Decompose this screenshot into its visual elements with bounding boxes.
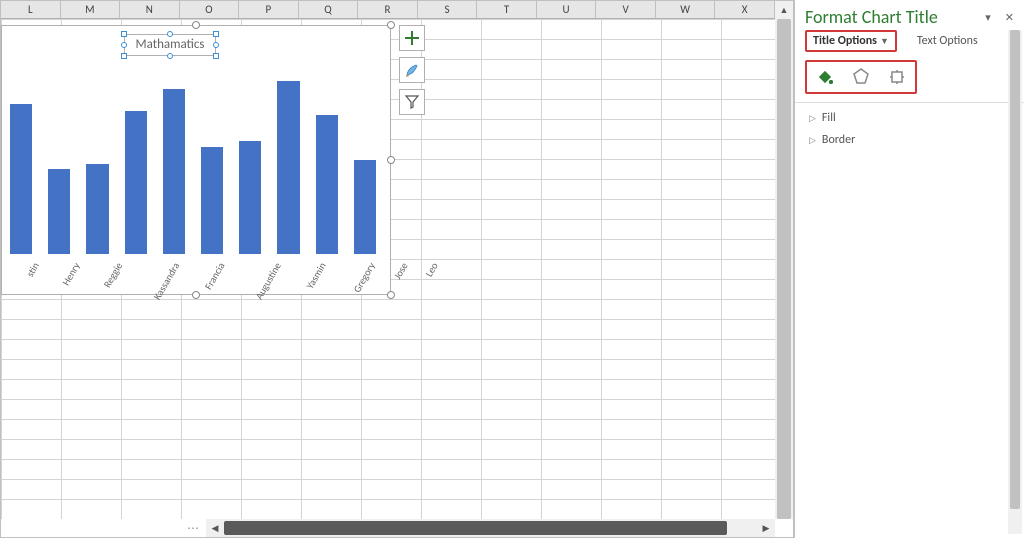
category-label: Kassandra	[124, 256, 165, 290]
column-header-M[interactable]: M	[61, 1, 121, 18]
category-label: Jose	[376, 256, 393, 290]
app-root: LMNOPQRSTUVWX ⋯ Mathamatics	[0, 0, 1024, 538]
column-header-S[interactable]: S	[418, 1, 478, 18]
embedded-chart[interactable]: Mathamatics stin Henry Reggie Kassandra Fran…	[1, 25, 391, 295]
pane-options-dropdown[interactable]: ▾	[985, 11, 991, 24]
title-handle[interactable]	[167, 53, 173, 59]
column-header-O[interactable]: O	[180, 1, 240, 18]
chart-bar[interactable]	[48, 169, 70, 254]
column-header-X[interactable]: X	[715, 1, 775, 18]
category-label: Reggie	[81, 256, 108, 290]
chart-title[interactable]: Mathamatics	[124, 34, 216, 56]
annotation-highlight: Title Options▼	[805, 30, 897, 52]
chart-filters-button[interactable]	[399, 89, 425, 115]
column-header-Q[interactable]: Q	[299, 1, 359, 18]
chart-resize-handle[interactable]	[192, 21, 200, 29]
format-pane-scrollbar[interactable]	[1008, 30, 1022, 534]
category-label: Gregory	[328, 256, 361, 290]
category-label: Henry	[41, 256, 66, 290]
horizontal-scroll-thumb[interactable]	[224, 521, 727, 535]
annotation-highlight	[805, 60, 917, 94]
chart-resize-handle[interactable]	[387, 21, 395, 29]
size-properties-tab[interactable]	[883, 64, 911, 90]
category-label: stin	[10, 256, 25, 290]
worksheet-pane: LMNOPQRSTUVWX ⋯ Mathamatics	[0, 0, 794, 538]
brush-icon	[404, 62, 420, 78]
title-handle[interactable]	[121, 31, 127, 37]
category-label: Yasmin	[283, 256, 311, 290]
column-header-V[interactable]: V	[596, 1, 656, 18]
sheet-split-handle[interactable]: ⋯	[179, 519, 209, 537]
chart-resize-handle[interactable]	[192, 291, 200, 299]
title-handle[interactable]	[121, 42, 127, 48]
column-header-W[interactable]: W	[656, 1, 716, 18]
funnel-icon	[404, 94, 420, 110]
column-header-U[interactable]: U	[537, 1, 597, 18]
tab-title-options[interactable]: Title Options▼	[811, 30, 891, 52]
scroll-up-icon[interactable]: ▲	[775, 1, 793, 19]
expand-icon: ▷	[809, 113, 816, 124]
category-label: Francia	[181, 256, 210, 290]
chart-bar[interactable]	[201, 147, 223, 254]
section-border-label: Border	[822, 133, 855, 147]
format-chart-title-pane: Format Chart Title ▾ ✕ Title Options▼ Te…	[794, 0, 1024, 538]
category-label: Augustine	[226, 256, 267, 290]
paint-bucket-icon	[815, 67, 835, 87]
column-header-P[interactable]: P	[239, 1, 299, 18]
title-handle[interactable]	[213, 53, 219, 59]
chart-title-text: Mathamatics	[136, 37, 205, 52]
chart-bar[interactable]	[163, 89, 185, 254]
chart-resize-handle[interactable]	[387, 291, 395, 299]
chart-bar[interactable]	[10, 104, 32, 254]
section-fill[interactable]: ▷ Fill	[795, 107, 1024, 129]
chevron-down-icon: ▼	[880, 36, 889, 47]
chart-bar[interactable]	[354, 160, 376, 254]
plot-area[interactable]	[6, 66, 380, 254]
effects-tab[interactable]	[847, 64, 875, 90]
size-icon	[887, 67, 907, 87]
tab-text-options[interactable]: Text Options	[915, 30, 980, 52]
scroll-left-icon[interactable]: ◀	[206, 519, 224, 537]
close-pane-button[interactable]: ✕	[1005, 11, 1014, 24]
vertical-scroll-thumb[interactable]	[777, 19, 791, 519]
category-label: Leo	[409, 256, 423, 290]
column-header-L[interactable]: L	[1, 1, 61, 18]
column-header-N[interactable]: N	[120, 1, 180, 18]
scroll-right-icon[interactable]: ▶	[757, 519, 775, 537]
fill-and-line-tab[interactable]	[811, 64, 839, 90]
pentagon-icon	[851, 67, 871, 87]
chart-tool-buttons	[399, 25, 427, 115]
horizontal-scrollbar[interactable]: ◀ ▶	[206, 519, 775, 537]
chart-resize-handle[interactable]	[387, 156, 395, 164]
divider	[795, 102, 1024, 103]
title-handle[interactable]	[213, 31, 219, 37]
chart-bar[interactable]	[239, 141, 261, 254]
format-pane-title: Format Chart Title	[805, 6, 938, 28]
chart-styles-button[interactable]	[399, 57, 425, 83]
chart-bar[interactable]	[86, 164, 108, 254]
title-handle[interactable]	[121, 53, 127, 59]
expand-icon: ▷	[809, 135, 816, 146]
column-headers: LMNOPQRSTUVWX	[1, 1, 775, 19]
column-header-R[interactable]: R	[358, 1, 418, 18]
column-header-T[interactable]: T	[477, 1, 537, 18]
title-handle[interactable]	[213, 42, 219, 48]
chart-bar[interactable]	[277, 81, 299, 254]
chart-bar[interactable]	[316, 115, 338, 254]
section-border[interactable]: ▷ Border	[795, 129, 1024, 151]
chart-elements-button[interactable]	[399, 25, 425, 51]
format-pane-tabs: Title Options▼ Text Options	[795, 30, 1024, 56]
title-handle[interactable]	[167, 31, 173, 37]
tab-title-options-label: Title Options	[813, 34, 877, 48]
format-category-icons	[805, 60, 1014, 94]
section-fill-label: Fill	[822, 111, 836, 125]
chart-bar[interactable]	[125, 111, 147, 254]
format-pane-scroll-thumb[interactable]	[1010, 30, 1020, 509]
vertical-scrollbar[interactable]: ▲ ▼	[775, 1, 793, 519]
plus-icon	[404, 30, 420, 46]
format-pane-header: Format Chart Title ▾ ✕	[795, 0, 1024, 30]
